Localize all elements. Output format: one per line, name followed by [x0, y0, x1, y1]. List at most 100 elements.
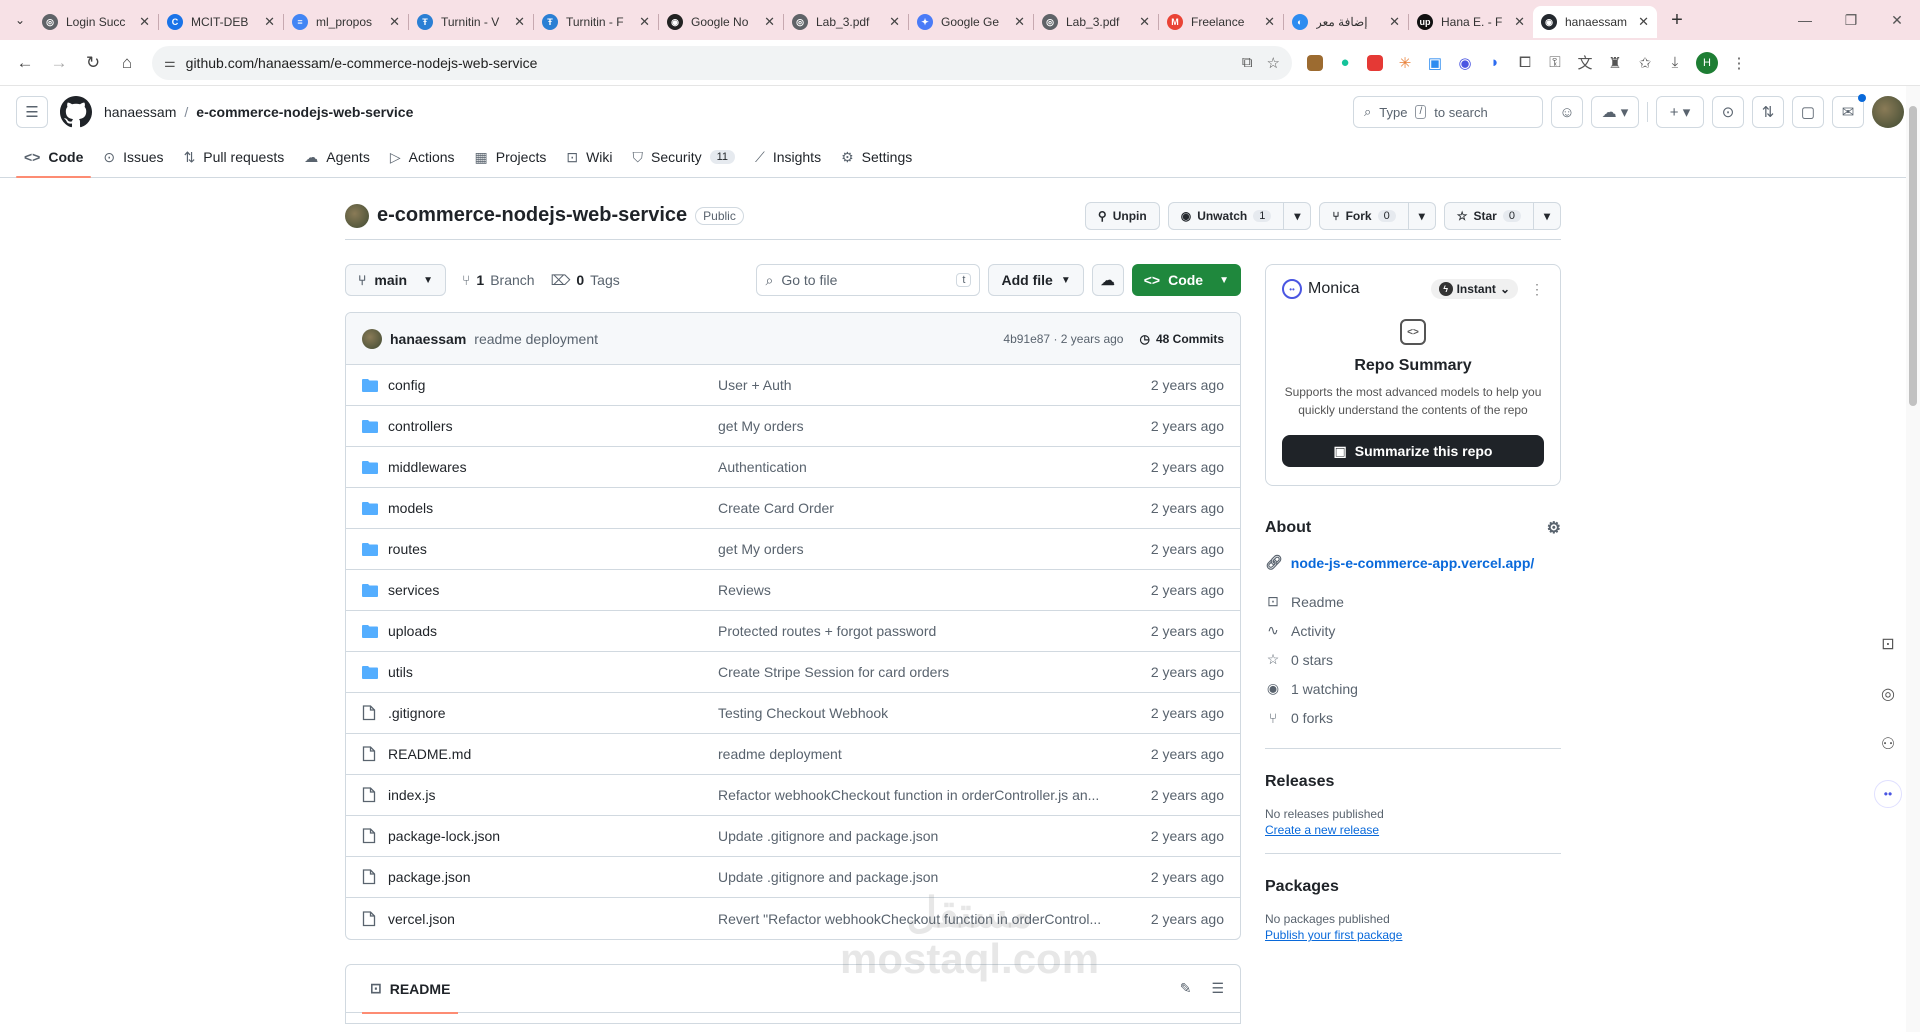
blue-extension-icon[interactable]: ▣: [1420, 48, 1450, 78]
fork-button[interactable]: ⑂ Fork 0: [1319, 201, 1409, 230]
commit-meta[interactable]: 4b91e87 · 2 years ago: [1003, 332, 1123, 346]
readme-tab[interactable]: ⊡ README: [362, 965, 459, 1014]
new-tab-button[interactable]: +: [1663, 6, 1691, 34]
inbox-icon[interactable]: ✉: [1832, 94, 1866, 128]
tab-settings[interactable]: ⚙ Settings: [833, 137, 920, 177]
file-commit-message[interactable]: Refactor webhookCheckout function in ord…: [718, 787, 1144, 803]
file-row[interactable]: index.js Refactor webhookCheckout functio…: [346, 775, 1240, 816]
close-window-icon[interactable]: ✕: [1874, 0, 1920, 40]
tab-code[interactable]: <> Code: [16, 137, 92, 178]
file-row[interactable]: package.json Update .gitignore and packag…: [346, 857, 1240, 898]
file-row[interactable]: middlewares Authentication 2 years ago: [346, 447, 1240, 488]
pull-requests-icon[interactable]: ⇅: [1752, 96, 1784, 128]
sun-extension-icon[interactable]: ✳: [1390, 48, 1420, 78]
tab-actions[interactable]: ▷ Actions: [382, 137, 463, 177]
restore-icon[interactable]: ❐: [1828, 0, 1874, 40]
user-avatar[interactable]: [1872, 96, 1904, 128]
file-commit-message[interactable]: get My orders: [718, 541, 1144, 557]
file-commit-message[interactable]: Create Card Order: [718, 500, 1144, 516]
voice-extension-icon[interactable]: ◗: [1480, 48, 1510, 78]
add-file-button[interactable]: Add file ▼: [988, 264, 1084, 296]
tab-close-icon[interactable]: ✕: [139, 14, 150, 30]
tab-pull-requests[interactable]: ⇅ Pull requests: [176, 137, 293, 177]
repo-title[interactable]: e-commerce-nodejs-web-service: [377, 204, 687, 227]
reload-icon[interactable]: ↻: [76, 46, 110, 80]
summarize-repo-button[interactable]: ▣ Summarize this repo: [1282, 435, 1544, 467]
file-row[interactable]: models Create Card Order 2 years ago: [346, 488, 1240, 529]
extensions-puzzle-icon[interactable]: ⧠: [1510, 48, 1540, 78]
monica-mode-select[interactable]: ϟ Instant ⌄: [1430, 279, 1518, 299]
unwatch-button[interactable]: ◉ Unwatch 1: [1167, 201, 1285, 230]
tab-security[interactable]: ⛉ Security 11: [625, 137, 744, 177]
browser-menu-icon[interactable]: ⋮: [1724, 48, 1754, 78]
tab-close-icon[interactable]: ✕: [514, 14, 525, 30]
address-bar[interactable]: ⚌ github.com/hanaessam/e-commerce-nodejs…: [152, 45, 1292, 80]
global-search-input[interactable]: ⌕ Type / to search: [1353, 96, 1543, 128]
tab-close-icon[interactable]: ✕: [1389, 14, 1400, 30]
file-row[interactable]: README.md readme deployment 2 years ago: [346, 734, 1240, 775]
tags-link[interactable]: ⌦ 0 Tags: [551, 272, 620, 289]
scrollbar-thumb[interactable]: [1909, 106, 1917, 406]
minimize-icon[interactable]: —: [1782, 0, 1828, 40]
file-name[interactable]: README.md: [388, 746, 718, 762]
file-name[interactable]: package-lock.json: [388, 828, 718, 844]
github-logo-icon[interactable]: [60, 96, 92, 128]
tab-close-icon[interactable]: ✕: [1139, 14, 1150, 30]
file-name[interactable]: .gitignore: [388, 705, 718, 721]
gear-icon[interactable]: ⚙: [1547, 518, 1561, 538]
branch-select[interactable]: ⑂ main ▼: [345, 264, 446, 296]
tab-issues[interactable]: ⊙ Issues: [95, 137, 171, 177]
favorites-icon[interactable]: ✩: [1630, 48, 1660, 78]
file-commit-message[interactable]: Authentication: [718, 459, 1144, 475]
tab-agents[interactable]: ☁ Agents: [296, 137, 378, 177]
reading-mode-icon[interactable]: ⊡: [1874, 630, 1902, 658]
about-item-0-stars[interactable]: ☆ 0 stars: [1265, 645, 1561, 674]
code-button[interactable]: <> Code ▼: [1131, 264, 1241, 296]
home-icon[interactable]: ⌂: [110, 46, 144, 80]
browser-tab[interactable]: ◎ Login Succ ✕: [34, 6, 158, 38]
browser-tab[interactable]: ≡ ml_propos ✕: [284, 6, 408, 38]
file-row[interactable]: routes get My orders 2 years ago: [346, 529, 1240, 570]
file-name[interactable]: services: [388, 582, 718, 598]
file-row[interactable]: vercel.json Revert "Refactor webhookCheck…: [346, 898, 1240, 939]
browser-tab[interactable]: Ŧ Turnitin - V ✕: [409, 6, 533, 38]
publish-package-link[interactable]: Publish your first package: [1265, 928, 1561, 942]
tab-wiki[interactable]: ⊡ Wiki: [558, 137, 620, 177]
tab-close-icon[interactable]: ✕: [1264, 14, 1275, 30]
browser-tab[interactable]: ✦ Google Ge ✕: [909, 6, 1033, 38]
file-commit-message[interactable]: Testing Checkout Webhook: [718, 705, 1144, 721]
file-name[interactable]: routes: [388, 541, 718, 557]
about-item-1-watching[interactable]: ◉ 1 watching: [1265, 674, 1561, 703]
file-commit-message[interactable]: Update .gitignore and package.json: [718, 869, 1144, 885]
file-row[interactable]: services Reviews 2 years ago: [346, 570, 1240, 611]
about-item-readme[interactable]: ⊡ Readme: [1265, 587, 1561, 616]
file-name[interactable]: controllers: [388, 418, 718, 434]
go-to-file-input[interactable]: ⌕ Go to file t: [756, 264, 981, 296]
commit-author-avatar[interactable]: [362, 328, 382, 349]
file-name[interactable]: models: [388, 500, 718, 516]
browser-profile-avatar[interactable]: H: [1696, 51, 1718, 74]
kebab-menu-icon[interactable]: ⋮: [1530, 281, 1544, 298]
browser-tab[interactable]: C MCIT-DEB ✕: [159, 6, 283, 38]
file-name[interactable]: uploads: [388, 623, 718, 639]
file-commit-message[interactable]: readme deployment: [718, 746, 1144, 762]
issues-icon[interactable]: ⊙: [1712, 96, 1744, 128]
file-name[interactable]: config: [388, 377, 718, 393]
codespaces-icon[interactable]: ☁: [1091, 264, 1124, 296]
file-name[interactable]: utils: [388, 664, 718, 680]
watch-dropdown-icon[interactable]: ▾: [1284, 201, 1312, 230]
copilot-icon[interactable]: ☺: [1551, 96, 1583, 128]
install-app-icon[interactable]: ⧉: [1242, 54, 1253, 71]
podcast-icon[interactable]: ◎: [1874, 680, 1902, 708]
browser-tab[interactable]: ◐ إضافة معر ✕: [1284, 6, 1408, 38]
tab-close-icon[interactable]: ✕: [1014, 14, 1025, 30]
grammarly-icon[interactable]: ●: [1330, 48, 1360, 78]
browser-tab[interactable]: M Freelance ✕: [1159, 6, 1283, 38]
forward-icon[interactable]: →: [42, 46, 76, 80]
about-item-activity[interactable]: ∿ Activity: [1265, 616, 1561, 645]
site-info-icon[interactable]: ⚌: [164, 55, 176, 71]
browser-tab[interactable]: ◎ Lab_3.pdf ✕: [784, 6, 908, 38]
homepage-link[interactable]: 🔗︎ node-js-e-commerce-app.vercel.app/: [1265, 554, 1561, 571]
password-key-icon[interactable]: ⚿: [1540, 48, 1570, 78]
tab-close-icon[interactable]: ✕: [889, 14, 900, 30]
